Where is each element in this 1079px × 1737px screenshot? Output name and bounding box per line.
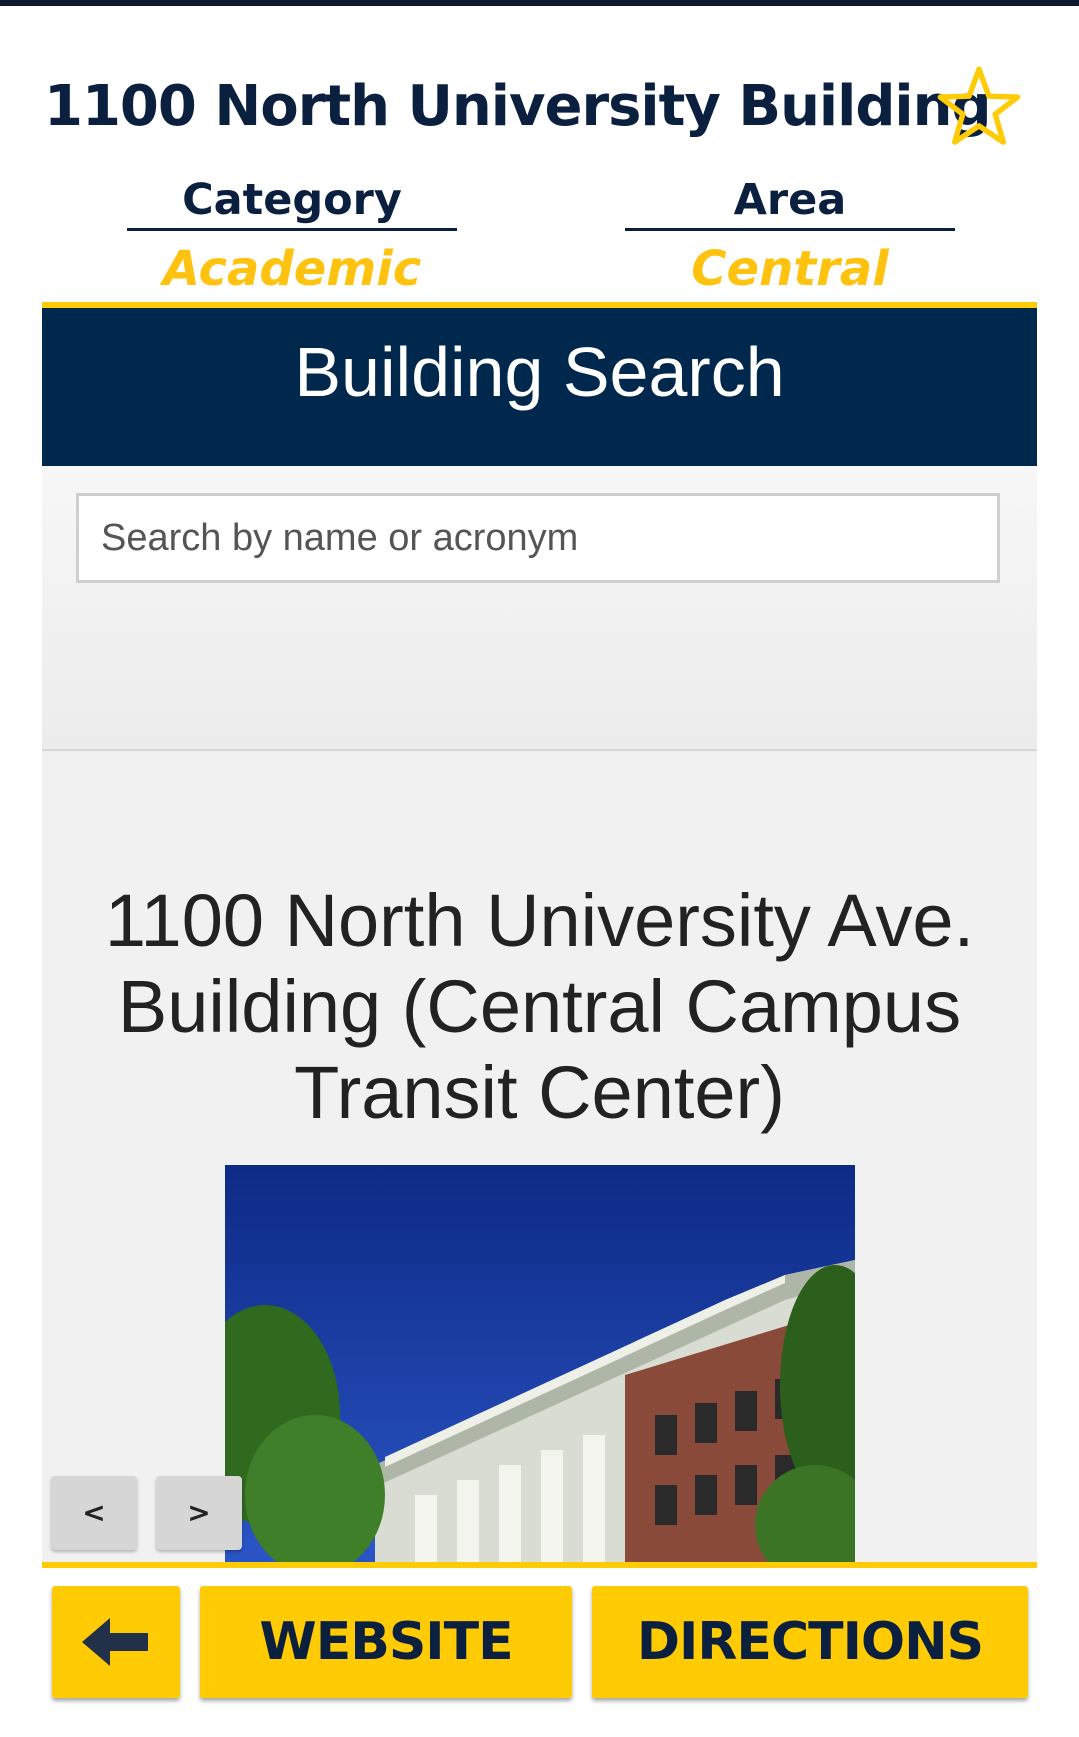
arrow-left-icon	[82, 1618, 148, 1666]
category-value: Academic	[162, 241, 422, 297]
panel-title: Building Search	[294, 333, 785, 411]
panel-header: Building Search	[42, 308, 1037, 466]
top-border	[0, 0, 1079, 6]
search-input[interactable]	[76, 493, 1000, 583]
area-value: Central	[691, 241, 889, 297]
star-outline-icon[interactable]	[934, 62, 1024, 152]
website-button[interactable]: WEBSITE	[200, 1586, 572, 1698]
footer-divider	[42, 1562, 1037, 1568]
building-photo	[225, 1165, 855, 1562]
back-button[interactable]	[52, 1586, 180, 1698]
category-label: Category	[182, 175, 402, 225]
area-divider	[625, 228, 955, 231]
gallery-next-button[interactable]: >	[156, 1476, 242, 1550]
page-title: 1100 North University Building	[44, 74, 992, 139]
gallery-prev-button[interactable]: <	[51, 1476, 137, 1550]
area-label: Area	[733, 175, 847, 225]
building-search-panel: Building Search 1100 North University Av…	[42, 308, 1037, 1562]
search-area	[42, 466, 1037, 751]
category-divider	[127, 228, 457, 231]
building-name: 1100 North University Ave. Building (Cen…	[104, 879, 975, 1134]
directions-button[interactable]: DIRECTIONS	[592, 1586, 1028, 1698]
